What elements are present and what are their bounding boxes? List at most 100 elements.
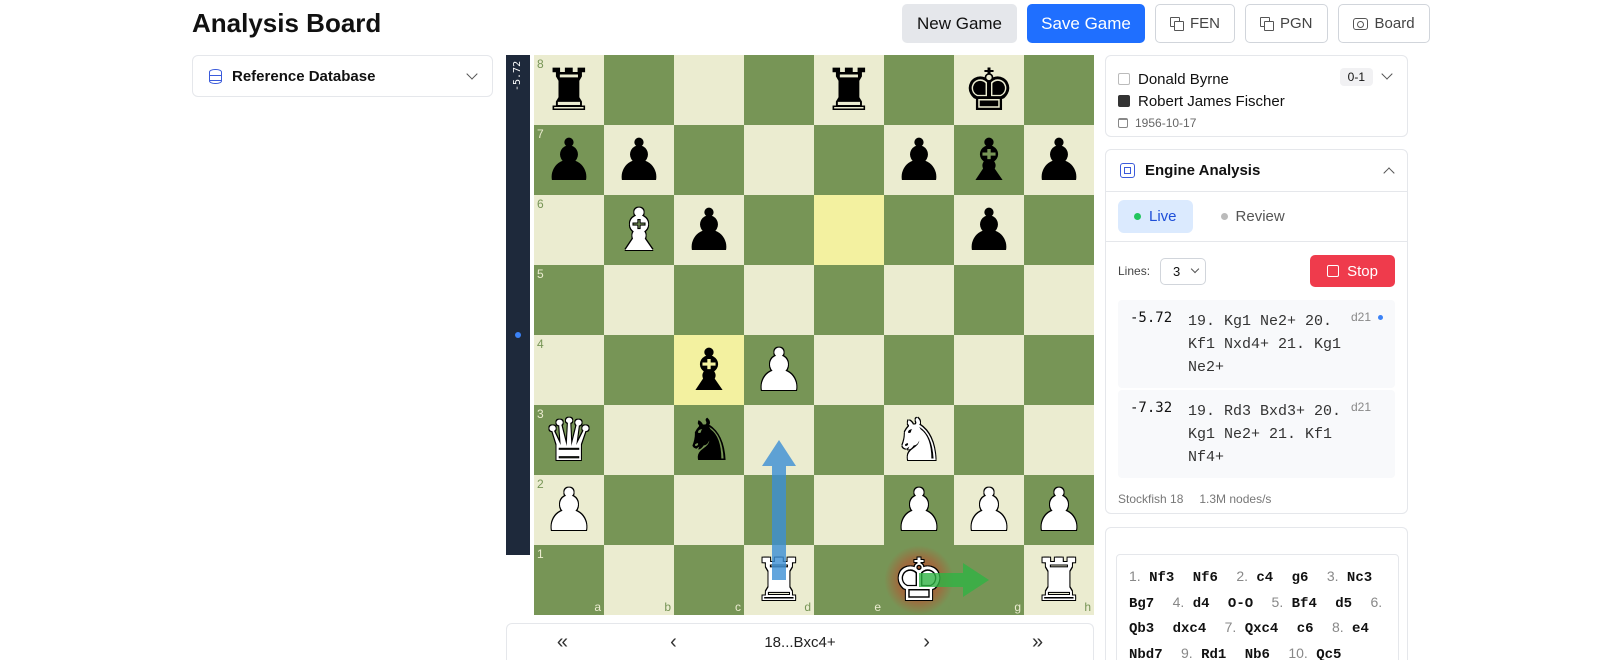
reference-database-toggle[interactable]: Reference Database <box>192 55 493 97</box>
move-black[interactable]: Nbd7 <box>1129 647 1163 660</box>
copy-pgn-button[interactable]: PGN <box>1245 4 1328 43</box>
square-d2[interactable] <box>744 475 814 545</box>
square-e8[interactable]: ♜ <box>814 55 884 125</box>
move-black[interactable]: Nb6 <box>1236 647 1270 660</box>
copy-fen-button[interactable]: FEN <box>1155 4 1235 43</box>
square-g4[interactable] <box>954 335 1024 405</box>
square-a2[interactable]: 2 ♟ <box>534 475 604 545</box>
stop-button[interactable]: Stop <box>1310 255 1395 287</box>
move-white[interactable]: Bf4 <box>1283 596 1317 612</box>
move-white[interactable]: d4 <box>1184 596 1210 612</box>
square-h3[interactable] <box>1024 405 1094 475</box>
white-pawn-icon[interactable]: ♟ <box>963 481 1015 539</box>
move-black[interactable]: c6 <box>1288 621 1314 637</box>
square-d6[interactable] <box>744 195 814 265</box>
white-queen-icon[interactable]: ♛ <box>543 411 595 469</box>
black-rook-icon[interactable]: ♜ <box>823 61 875 119</box>
chevron-up-icon[interactable] <box>1383 166 1395 179</box>
move-black[interactable]: dxc4 <box>1164 621 1207 637</box>
square-h8[interactable] <box>1024 55 1094 125</box>
engine-line[interactable]: -5.72 19. Kg1 Ne2+ 20. Kf1 Nxd4+ 21. Kg1… <box>1118 300 1395 388</box>
next-move-button[interactable]: › <box>907 631 947 654</box>
move-white[interactable]: Qxc4 <box>1236 621 1279 637</box>
square-d3[interactable] <box>744 405 814 475</box>
move-white[interactable]: c4 <box>1248 570 1273 586</box>
square-c6[interactable]: ♟ <box>674 195 744 265</box>
square-g2[interactable]: ♟ <box>954 475 1024 545</box>
tab-live[interactable]: Live <box>1118 200 1193 233</box>
square-d5[interactable] <box>744 265 814 335</box>
white-pawn-icon[interactable]: ♟ <box>753 341 805 399</box>
square-f1[interactable]: f ♚ <box>884 545 954 615</box>
black-pawn-icon[interactable]: ♟ <box>963 201 1015 259</box>
square-f5[interactable] <box>884 265 954 335</box>
square-d1[interactable]: d ♜ <box>744 545 814 615</box>
square-c1[interactable]: c <box>674 545 744 615</box>
last-move-button[interactable]: » <box>1018 631 1058 654</box>
square-c8[interactable] <box>674 55 744 125</box>
square-g7[interactable]: ♝ <box>954 125 1024 195</box>
black-pawn-icon[interactable]: ♟ <box>613 131 665 189</box>
square-g5[interactable] <box>954 265 1024 335</box>
engine-analysis-header[interactable]: Engine Analysis <box>1106 150 1407 192</box>
white-bishop-icon[interactable]: ♝ <box>613 201 665 259</box>
square-b4[interactable] <box>604 335 674 405</box>
engine-line[interactable]: -7.32 19. Rd3 Bxd3+ 20. Kg1 Ne2+ 21. Kf1… <box>1118 390 1395 478</box>
white-pawn-icon[interactable]: ♟ <box>1033 481 1085 539</box>
square-d8[interactable] <box>744 55 814 125</box>
square-b1[interactable]: b <box>604 545 674 615</box>
new-game-button[interactable]: New Game <box>902 4 1017 43</box>
square-e7[interactable] <box>814 125 884 195</box>
white-king-icon[interactable]: ♚ <box>893 551 945 609</box>
square-g8[interactable]: ♚ <box>954 55 1024 125</box>
square-c4[interactable]: ♝ <box>674 335 744 405</box>
first-move-button[interactable]: « <box>542 631 582 654</box>
black-bishop-icon[interactable]: ♝ <box>963 131 1015 189</box>
square-h5[interactable] <box>1024 265 1094 335</box>
board-screenshot-button[interactable]: Board <box>1337 4 1430 43</box>
square-c5[interactable] <box>674 265 744 335</box>
square-c2[interactable] <box>674 475 744 545</box>
square-f7[interactable]: ♟ <box>884 125 954 195</box>
square-b7[interactable]: ♟ <box>604 125 674 195</box>
square-e2[interactable] <box>814 475 884 545</box>
black-pawn-icon[interactable]: ♟ <box>893 131 945 189</box>
square-b2[interactable] <box>604 475 674 545</box>
square-g1[interactable]: g <box>954 545 1024 615</box>
square-h2[interactable]: ♟ <box>1024 475 1094 545</box>
square-f6[interactable] <box>884 195 954 265</box>
square-g6[interactable]: ♟ <box>954 195 1024 265</box>
move-white[interactable]: Nc3 <box>1339 570 1372 586</box>
move-white[interactable]: Rd1 <box>1193 647 1226 660</box>
square-b3[interactable] <box>604 405 674 475</box>
move-black[interactable]: d5 <box>1327 596 1352 612</box>
black-knight-icon[interactable]: ♞ <box>683 411 735 469</box>
square-h7[interactable]: ♟ <box>1024 125 1094 195</box>
move-white[interactable]: Nf3 <box>1141 570 1174 586</box>
move-black[interactable]: O-O <box>1220 596 1253 612</box>
save-game-button[interactable]: Save Game <box>1027 4 1145 43</box>
move-white[interactable]: Qb3 <box>1129 621 1154 637</box>
white-rook-icon[interactable]: ♜ <box>1033 551 1085 609</box>
white-rook-icon[interactable]: ♜ <box>753 551 805 609</box>
square-a1[interactable]: 1a <box>534 545 604 615</box>
square-a5[interactable]: 5 <box>534 265 604 335</box>
square-f4[interactable] <box>884 335 954 405</box>
square-h6[interactable] <box>1024 195 1094 265</box>
move-black[interactable]: g6 <box>1283 570 1309 586</box>
square-a3[interactable]: 3 ♛ <box>534 405 604 475</box>
square-a7[interactable]: 7 ♟ <box>534 125 604 195</box>
square-c7[interactable] <box>674 125 744 195</box>
tab-review[interactable]: Review <box>1205 200 1301 233</box>
square-h4[interactable] <box>1024 335 1094 405</box>
square-h1[interactable]: h ♜ <box>1024 545 1094 615</box>
white-pawn-icon[interactable]: ♟ <box>893 481 945 539</box>
black-bishop-icon[interactable]: ♝ <box>683 341 735 399</box>
square-d4[interactable]: ♟ <box>744 335 814 405</box>
square-c3[interactable]: ♞ <box>674 405 744 475</box>
square-b5[interactable] <box>604 265 674 335</box>
square-e3[interactable] <box>814 405 884 475</box>
lines-select[interactable]: 3 <box>1160 257 1207 285</box>
square-f3[interactable]: ♞ <box>884 405 954 475</box>
chess-board[interactable]: 8 ♜ ♜ ♚ 7 ♟ ♟ ♟ ♝ ♟ 6 ♝ ♟ ♟ 5 4 ♝ ♟ 3 ♛ ♞ ♞ 2 ♟ ♟ ♟ ♟ 1 a b c d ♜ e f ♚ g h ♜ <box>534 55 1094 615</box>
